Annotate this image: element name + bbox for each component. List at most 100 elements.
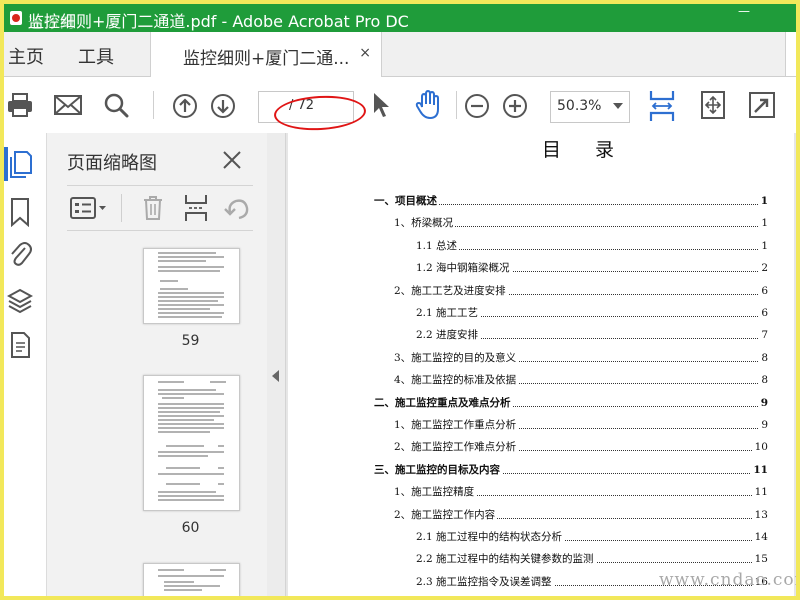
toc-entry-text: 2、施工监控工作内容 [394,506,498,523]
trash-icon[interactable] [141,194,165,222]
close-panel-icon[interactable] [221,149,243,171]
panel-collapse-bar[interactable] [267,133,286,596]
toc-entry[interactable]: 2.2 进度安排 7 [288,327,768,344]
bookmark-icon[interactable] [9,197,31,227]
thumbnail-page-59[interactable] [143,248,240,324]
acrobat-app-icon [10,11,22,25]
page-number-input[interactable] [265,98,285,113]
rotate-icon[interactable] [223,195,251,221]
full-screen-icon[interactable] [748,91,776,119]
toc-entry[interactable]: 1.2 海中钢箱梁概况 2 [288,260,768,277]
toc-entry-text: 2.2 施工过程中的结构关键参数的监测 [416,551,596,568]
window-title: 监控细则+厦门二通道.pdf - Adobe Acrobat Pro DC [28,12,409,31]
page-total: / 72 [289,98,315,113]
select-cursor-icon[interactable] [370,91,392,119]
panel-separator [121,194,122,222]
toc-entry[interactable]: 一、项目概述 1 [288,193,768,209]
toolbar-separator [153,91,154,119]
toc-entry-text: 二、施工监控重点及难点分析 [374,394,513,411]
toc-entry[interactable]: 2.1 施工过程中的结构状态分析 14 [288,529,768,545]
print-icon[interactable] [6,91,34,119]
toc-entry-text: 1、施工监控工作重点分析 [394,417,519,433]
panel-toolbar [67,185,253,231]
chevron-down-icon [613,103,623,109]
toc-entry[interactable]: 1、桥梁概况 1 [288,215,768,232]
toc-entry-page: 9 [758,394,768,411]
page-number-box: / 72 [258,91,354,123]
document-tab-label: 监控细则+厦门二通... [183,49,350,69]
toc-entry[interactable]: 4、施工监控的标准及依据 8 [288,372,768,389]
toc-entry[interactable]: 2.2 施工过程中的结构关键参数的监测 15 [288,551,768,568]
toc-entry[interactable]: 1.1 总述 1 [288,237,768,254]
toc-entry-page: 6 [759,305,768,321]
toc-entry-text: 1、桥梁概况 [394,215,456,232]
menu-home[interactable]: 主页 [8,43,44,69]
thumbnail-preview [158,569,226,591]
thumbnail-preview [158,252,224,318]
document-view[interactable]: 目 录 一、项目概述 1 1、桥梁概况 1 1.1 总述 1 1.2 海中钢箱梁概况 2 2、施… [286,133,796,596]
collapse-left-icon[interactable] [272,370,279,382]
toc-entry-text: 1.1 总述 [416,237,460,254]
menu-tools[interactable]: 工具 [78,43,114,69]
menu-bar: 主页 工具 监控细则+厦门二通... × [4,32,796,77]
next-page-icon[interactable] [209,92,237,120]
document-page: 目 录 一、项目概述 1 1、桥梁概况 1 1.1 总述 1 1.2 海中钢箱梁概况 2 2、施… [288,133,794,596]
toc-entry[interactable]: 3、施工监控的目的及意义 8 [288,349,768,366]
layers-icon[interactable] [7,287,33,315]
thumbnail-page-61[interactable] [143,563,240,596]
thumbnail-preview [158,381,226,501]
search-icon[interactable] [102,91,130,119]
content-icon[interactable] [9,331,31,359]
hand-tool-icon[interactable] [414,89,444,121]
navigation-pane [4,133,47,596]
toc-entry-text: 1.2 海中钢箱梁概况 [416,260,512,277]
fit-width-icon[interactable] [648,89,676,123]
toc-entry-page: 7 [759,327,768,344]
page-thumbnails-icon[interactable] [7,149,33,179]
toc-entry-page: 14 [752,529,768,545]
toc-heading: 目 录 [542,139,629,161]
fit-page-icon[interactable] [700,90,726,120]
toc-entry-page: 11 [752,484,768,501]
attachment-icon[interactable] [7,239,33,269]
toc-entry-text: 2.3 施工监控指令及误差调整 [416,573,554,590]
toc-entry-page: 10 [752,439,768,456]
options-menu-icon[interactable] [69,195,109,221]
previous-page-icon[interactable] [171,92,199,120]
toc-entry[interactable]: 2.1 施工工艺 6 [288,305,768,321]
toc-entry[interactable]: 1、施工监控工作重点分析 9 [288,417,768,433]
title-bar: 监控细则+厦门二通道.pdf - Adobe Acrobat Pro DC 迷你… [4,4,796,32]
zoom-in-icon[interactable] [502,93,528,119]
close-tab-icon[interactable]: × [359,45,371,61]
toc-entry-text: 4、施工监控的标准及依据 [394,372,519,389]
toc-entry-page: 1 [758,193,768,209]
thumbnail-page-number: 60 [181,520,200,536]
toc-entry[interactable]: 2、施工监控工作内容 13 [288,506,768,523]
toc-entry[interactable]: 二、施工监控重点及难点分析 9 [288,394,768,411]
zoom-value: 50.3% [557,98,602,114]
toc-entry-page: 6 [759,282,768,299]
minimize-button[interactable]: — [732,4,756,24]
toc-entry-text: 2、施工监控工作难点分析 [394,439,519,456]
document-tab[interactable]: 监控细则+厦门二通... × [150,32,382,77]
toc-entry-text: 2.2 进度安排 [416,327,481,344]
panel-title: 页面缩略图 [67,153,157,174]
toc-entry-page: 9 [759,417,768,433]
toc-entry-page: 15 [752,551,768,568]
zoom-out-icon[interactable] [464,93,490,119]
email-icon[interactable] [53,93,83,117]
toc-entry-page: 13 [752,506,768,523]
zoom-dropdown[interactable]: 50.3% [550,91,630,123]
toc-entry[interactable]: 三、施工监控的目标及内容 11 [288,461,768,478]
thumbnail-page-60[interactable] [143,375,240,511]
toc-entry[interactable]: 2、施工工艺及进度安排 6 [288,282,768,299]
split-page-icon[interactable] [183,193,209,223]
tab-scroll-button[interactable] [785,32,796,76]
toc-entry[interactable]: 1、施工监控精度 11 [288,484,768,501]
thumbnails-panel: 页面缩略图 59 60 [47,133,301,596]
thumbnail-page-number: 59 [181,333,200,349]
toc-entry-text: 2.1 施工工艺 [416,305,481,321]
toc-entry-page: 11 [751,461,768,478]
toc-entry-page: 1 [759,237,768,254]
toc-entry[interactable]: 2、施工监控工作难点分析 10 [288,439,768,456]
